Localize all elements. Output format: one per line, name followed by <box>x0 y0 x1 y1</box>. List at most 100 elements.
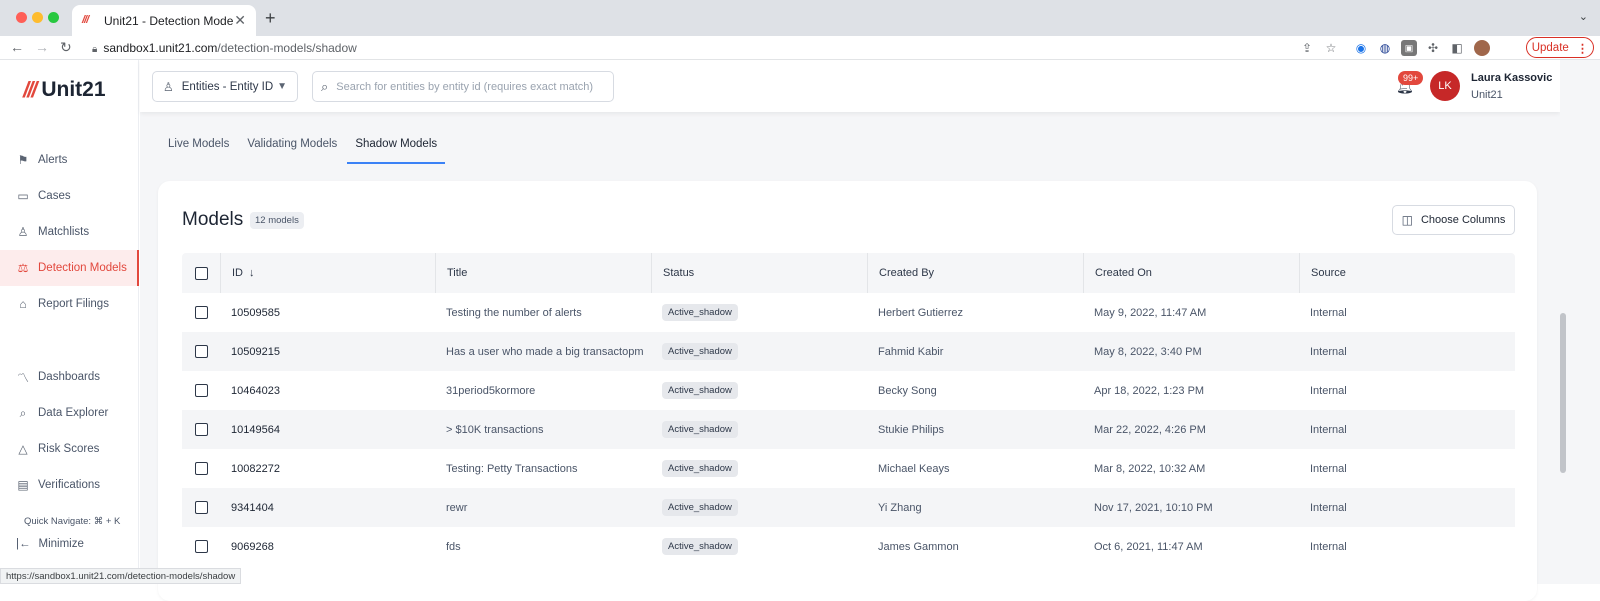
forward-arrow-icon[interactable]: → <box>35 39 49 55</box>
entity-type-select[interactable]: ♙ Entities - Entity ID ▼ <box>152 71 298 102</box>
collapse-icon: |← <box>16 538 31 550</box>
sidebar: /// Unit21 ⚑ Alerts ▭ Cases ♙ Matchlists ⚖ De… <box>0 60 139 584</box>
sidebar-item-alerts[interactable]: ⚑ Alerts <box>0 142 139 178</box>
bookmark-star-icon[interactable]: ☆ <box>1323 40 1339 56</box>
logo-text: Unit21 <box>41 78 106 101</box>
sidebar-item-label: Matchlists <box>38 226 90 238</box>
sidebar-item-label: Data Explorer <box>38 407 109 419</box>
unit21-logo-mark-icon: /// <box>23 77 37 102</box>
update-label: Update <box>1531 41 1569 54</box>
table-row[interactable]: 10509585 Testing the number of alerts Acti… <box>182 293 1515 332</box>
cell-created-by-text: Fahmid Kabir <box>878 345 944 358</box>
row-select-cell <box>182 423 220 436</box>
row-checkbox[interactable] <box>195 423 208 436</box>
cell-created-on-text: May 9, 2022, 11:47 AM <box>1094 306 1207 319</box>
tab-validating-models[interactable]: Validating Models <box>239 130 345 164</box>
puzzle-extensions-icon[interactable]: ✣ <box>1425 40 1441 56</box>
sidebar-item-cases[interactable]: ▭ Cases <box>0 178 139 214</box>
column-header-id[interactable]: ID ↓ <box>220 253 435 293</box>
sidebar-item-verifications[interactable]: ▤ Verifications <box>0 467 139 503</box>
avatar[interactable]: LK <box>1430 71 1460 101</box>
close-window-button[interactable] <box>16 12 27 23</box>
cell-created-on-text: Apr 18, 2022, 1:23 PM <box>1094 384 1205 397</box>
row-select-cell <box>182 345 220 358</box>
column-label: Source <box>1311 267 1346 279</box>
column-header-created-by[interactable]: Created By <box>867 253 1083 293</box>
unit21-logo[interactable]: /// Unit21 <box>23 77 106 103</box>
entity-search-input[interactable] <box>336 80 597 93</box>
sidebar-item-dashboards[interactable]: 〽 Dashboards <box>0 359 139 395</box>
choose-columns-button[interactable]: ◫ Choose Columns <box>1392 205 1515 235</box>
top-header: ♙ Entities - Entity ID ▼ ⌕ 🔔︎ 99+ LK Lau… <box>140 60 1560 112</box>
browser-tab[interactable]: /// Unit21 - Detection Model ✕ <box>72 5 256 36</box>
search-icon: ⌕ <box>321 78 329 94</box>
sidebar-item-report-filings[interactable]: ⌂ Report Filings <box>0 286 139 322</box>
model-count-badge: 12 models <box>250 212 304 229</box>
cell-id-text: 9069268 <box>231 540 274 553</box>
sidebar-item-label: Dashboards <box>38 371 101 383</box>
sidebar-item-risk-scores[interactable]: △ Risk Scores <box>0 431 139 467</box>
tab-live-models[interactable]: Live Models <box>160 130 237 164</box>
minimize-sidebar-button[interactable]: |← Minimize <box>16 538 84 550</box>
row-checkbox[interactable] <box>195 501 208 514</box>
extension-icon[interactable]: ▣ <box>1401 40 1417 56</box>
table-row[interactable]: 10464023 31period5kormore Active_shadow Bec… <box>182 371 1515 410</box>
extension-icon[interactable]: ◍ <box>1377 40 1393 56</box>
close-tab-icon[interactable]: ✕ <box>234 12 246 29</box>
row-select-cell <box>182 501 220 514</box>
user-name[interactable]: Laura Kassovic <box>1471 72 1552 84</box>
reload-icon[interactable]: ↻ <box>60 39 72 56</box>
row-checkbox[interactable] <box>195 306 208 319</box>
scrollbar-track[interactable] <box>1560 60 1600 584</box>
more-vertical-icon: ⋮ <box>1576 42 1589 55</box>
cell-created-on: Mar 22, 2022, 4:26 PM <box>1083 424 1299 436</box>
extension-icon[interactable]: ◉ <box>1353 40 1369 56</box>
cell-status: Active_shadow <box>651 382 867 399</box>
back-arrow-icon[interactable]: ← <box>10 39 24 55</box>
column-header-source[interactable]: Source <box>1299 253 1515 293</box>
sidebar-item-label: Risk Scores <box>38 443 100 455</box>
sidebar-item-data-explorer[interactable]: ⌕ Data Explorer <box>0 395 139 431</box>
zoom-window-button[interactable] <box>48 12 59 23</box>
lock-icon: 🔒︎ <box>92 44 98 55</box>
url-field[interactable]: 🔒︎ sandbox1.unit21.com/detection-models/s… <box>92 41 357 55</box>
table-row[interactable]: 9069268 fds Active_shadow James Gammon Oct 6… <box>182 527 1515 566</box>
minimize-window-button[interactable] <box>32 12 43 23</box>
row-checkbox[interactable] <box>195 384 208 397</box>
column-header-created-on[interactable]: Created On <box>1083 253 1299 293</box>
table-row[interactable]: 10509215 Has a user who made a big transa… <box>182 332 1515 371</box>
tab-search-chevron-icon[interactable]: ⌄ <box>1579 10 1588 23</box>
sidebar-item-matchlists[interactable]: ♙ Matchlists <box>0 214 139 250</box>
cell-title-text: Testing: Petty Transactions <box>446 462 578 475</box>
entity-search-box[interactable]: ⌕ <box>312 71 614 102</box>
cell-created-by-text: James Gammon <box>878 540 959 553</box>
sidebar-item-detection-models[interactable]: ⚖ Detection Models <box>0 250 139 286</box>
table-row[interactable]: 9341404 rewr Active_shadow Yi Zhang Nov 17, … <box>182 488 1515 527</box>
cell-status-text: Active_shadow <box>662 460 738 477</box>
tab-shadow-models[interactable]: Shadow Models <box>347 130 446 164</box>
share-icon[interactable]: ⇪ <box>1299 40 1315 56</box>
cell-source: Internal <box>1299 307 1515 319</box>
select-all-checkbox[interactable] <box>195 266 208 280</box>
main-content: ♙ Entities - Entity ID ▼ ⌕ 🔔︎ 99+ LK Lau… <box>140 60 1600 601</box>
column-header-title[interactable]: Title <box>435 253 651 293</box>
browser-tab-strip: /// Unit21 - Detection Model ✕ + ⌄ <box>0 0 1600 36</box>
profile-avatar-icon[interactable] <box>1474 40 1490 56</box>
table-row[interactable]: 10082272 Testing: Petty Transactions Activ… <box>182 449 1515 488</box>
new-tab-button[interactable]: + <box>265 8 276 29</box>
user-icon: ♙ <box>163 79 174 94</box>
side-panel-icon[interactable]: ◧ <box>1449 40 1465 56</box>
cell-title-text: Has a user who made a big transactopm <box>446 345 644 358</box>
row-checkbox[interactable] <box>195 462 208 475</box>
browser-update-button[interactable]: Update ⋮ <box>1526 37 1594 58</box>
cell-source-text: Internal <box>1310 462 1347 475</box>
cell-id: 9341404 <box>220 502 435 514</box>
row-select-cell <box>182 384 220 397</box>
row-checkbox[interactable] <box>195 345 208 358</box>
scrollbar-thumb[interactable] <box>1560 313 1566 473</box>
column-header-status[interactable]: Status <box>651 253 867 293</box>
models-table: ID ↓ Title Status Created By Created On S… <box>182 253 1515 566</box>
table-row[interactable]: 10149564 > $10K transactions Active_shadow… <box>182 410 1515 449</box>
model-tabs: Live Models Validating Models Shadow Mod… <box>160 130 447 164</box>
row-checkbox[interactable] <box>195 540 208 553</box>
